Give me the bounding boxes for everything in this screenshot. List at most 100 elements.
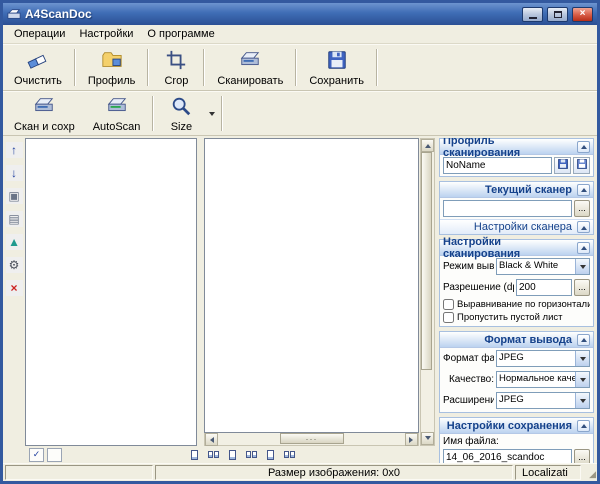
- extension-select[interactable]: JPEG: [496, 392, 590, 409]
- collapse-button[interactable]: [577, 183, 590, 196]
- size-button-label: Size: [170, 120, 193, 133]
- view-fit-width-button[interactable]: [224, 447, 240, 462]
- menu-item-about[interactable]: О программе: [140, 26, 221, 42]
- rotate-icon: ▲: [8, 235, 20, 249]
- up-arrow-icon: [424, 141, 431, 148]
- page-list-panel[interactable]: [25, 138, 197, 446]
- scroll-up-button[interactable]: [421, 139, 434, 152]
- toolbar-separator: [295, 49, 298, 86]
- resize-grip-icon[interactable]: ◢: [583, 465, 596, 480]
- page-icon: [228, 449, 236, 460]
- dropdown-arrow-button[interactable]: [575, 259, 589, 274]
- chevron-down-icon: [579, 356, 586, 364]
- select-all-pages-toggle[interactable]: ✓: [29, 447, 44, 462]
- align-horizontal-checkbox[interactable]: [443, 299, 454, 310]
- horizontal-scrollbar[interactable]: ···: [204, 433, 419, 446]
- scanner-icon: [106, 95, 128, 120]
- view-two-pages-button[interactable]: [205, 447, 221, 462]
- menu-item-operations[interactable]: Операции: [7, 26, 72, 42]
- scan-and-save-button[interactable]: Скан и сохр: [5, 93, 84, 134]
- profile-name-input[interactable]: [443, 157, 552, 174]
- output-format-header[interactable]: Формат вывода: [440, 332, 593, 348]
- current-scanner-header[interactable]: Текущий сканер: [440, 182, 593, 198]
- scanner-browse-button[interactable]: ...: [574, 200, 590, 217]
- scroll-left-button[interactable]: [205, 433, 218, 446]
- collapse-button[interactable]: [577, 140, 590, 153]
- collapse-button[interactable]: [577, 333, 590, 346]
- view-fit-page-button[interactable]: [243, 447, 259, 462]
- size-button[interactable]: Size: [157, 93, 205, 134]
- move-page-up-button[interactable]: ↑: [5, 142, 23, 158]
- profile-button[interactable]: Профиль: [79, 46, 145, 89]
- section-output-format: Формат вывода Формат файла: JPEG Качеств…: [439, 331, 594, 413]
- scroll-down-button[interactable]: [421, 432, 434, 445]
- close-button[interactable]: ×: [572, 6, 593, 22]
- view-single-page-button[interactable]: [186, 447, 202, 462]
- minimize-icon: [528, 16, 537, 19]
- extension-value: JPEG: [499, 394, 524, 405]
- save-settings-header[interactable]: Настройки сохранения: [440, 418, 593, 434]
- page-settings-button[interactable]: ⚙: [5, 257, 23, 273]
- view-grid-button[interactable]: [281, 447, 297, 462]
- vertical-scroll-thumb[interactable]: [421, 152, 432, 371]
- output-mode-select[interactable]: Black & White: [496, 258, 590, 275]
- output-format-title: Формат вывода: [484, 333, 572, 346]
- quality-select[interactable]: Нормальное качество: [496, 371, 590, 388]
- copy-page-button[interactable]: ▤: [5, 211, 23, 227]
- delete-page-button[interactable]: ×: [5, 280, 23, 296]
- collapse-button[interactable]: [577, 419, 590, 432]
- scan-profile-header[interactable]: Профиль сканирования: [440, 138, 593, 159]
- profile-folder-icon: [101, 49, 123, 74]
- toolbar-separator: [147, 49, 150, 86]
- resolution-input[interactable]: [516, 279, 572, 296]
- vertical-scrollbar[interactable]: [420, 138, 435, 446]
- main-area: ↑ ↓ ▣ ▤ ▲ ⚙ × ··· ✓ Профиль сканирования…: [3, 136, 597, 463]
- profile-save-button[interactable]: [573, 157, 590, 174]
- toolbar-separator: [203, 49, 206, 86]
- scroll-right-button[interactable]: [405, 433, 418, 446]
- paste-page-button[interactable]: ▣: [5, 188, 23, 204]
- resolution-browse-button[interactable]: ...: [574, 279, 590, 296]
- scanner-icon: [33, 95, 55, 120]
- crop-button[interactable]: Crop: [152, 46, 200, 89]
- minimize-button[interactable]: [522, 6, 543, 22]
- rotate-page-button[interactable]: ▲: [5, 234, 23, 250]
- scan-button[interactable]: Сканировать: [208, 46, 292, 89]
- page-icon: [266, 449, 274, 460]
- scanner-name-input[interactable]: [443, 200, 572, 217]
- scan-settings-header[interactable]: Настройки сканирования: [440, 236, 593, 260]
- filename-input[interactable]: [443, 449, 572, 463]
- menu-item-settings[interactable]: Настройки: [72, 26, 140, 42]
- preview-panel-wrap: ···: [204, 138, 419, 446]
- dropdown-arrow-button[interactable]: [575, 393, 589, 408]
- paste-icon: ▣: [8, 189, 20, 203]
- book-icon: [557, 158, 569, 173]
- dropdown-arrow-button[interactable]: [575, 351, 589, 366]
- horizontal-scroll-thumb[interactable]: ···: [279, 433, 344, 444]
- deselect-pages-toggle[interactable]: [47, 447, 62, 462]
- filename-browse-button[interactable]: ...: [574, 449, 590, 463]
- scanner-settings-bar[interactable]: Настройки сканера: [440, 219, 593, 234]
- vertical-scroll-track[interactable]: [421, 152, 434, 432]
- image-preview-panel[interactable]: [204, 138, 419, 433]
- maximize-button[interactable]: [547, 6, 568, 22]
- collapse-button[interactable]: [577, 221, 590, 233]
- scanner-icon: [239, 49, 261, 74]
- collapse-button[interactable]: [577, 241, 590, 254]
- clear-button[interactable]: Очистить: [5, 46, 71, 89]
- chevron-up-icon: [580, 421, 587, 428]
- autoscan-button[interactable]: AutoScan: [84, 93, 150, 134]
- size-dropdown-button[interactable]: [205, 93, 218, 134]
- chevron-down-icon: [208, 111, 215, 119]
- file-format-select[interactable]: JPEG: [496, 350, 590, 367]
- move-page-down-button[interactable]: ↓: [5, 165, 23, 181]
- skip-blank-checkbox[interactable]: [443, 312, 454, 323]
- view-thumbnails-button[interactable]: [262, 447, 278, 462]
- profile-load-button[interactable]: [554, 157, 571, 174]
- save-button[interactable]: Сохранить: [300, 46, 373, 89]
- chevron-down-icon: [579, 264, 586, 272]
- dropdown-arrow-button[interactable]: [575, 372, 589, 387]
- scan-button-label: Сканировать: [217, 74, 284, 87]
- horizontal-scroll-track[interactable]: ···: [218, 433, 405, 445]
- section-save-settings: Настройки сохранения Имя файла: ... Сохр…: [439, 417, 594, 463]
